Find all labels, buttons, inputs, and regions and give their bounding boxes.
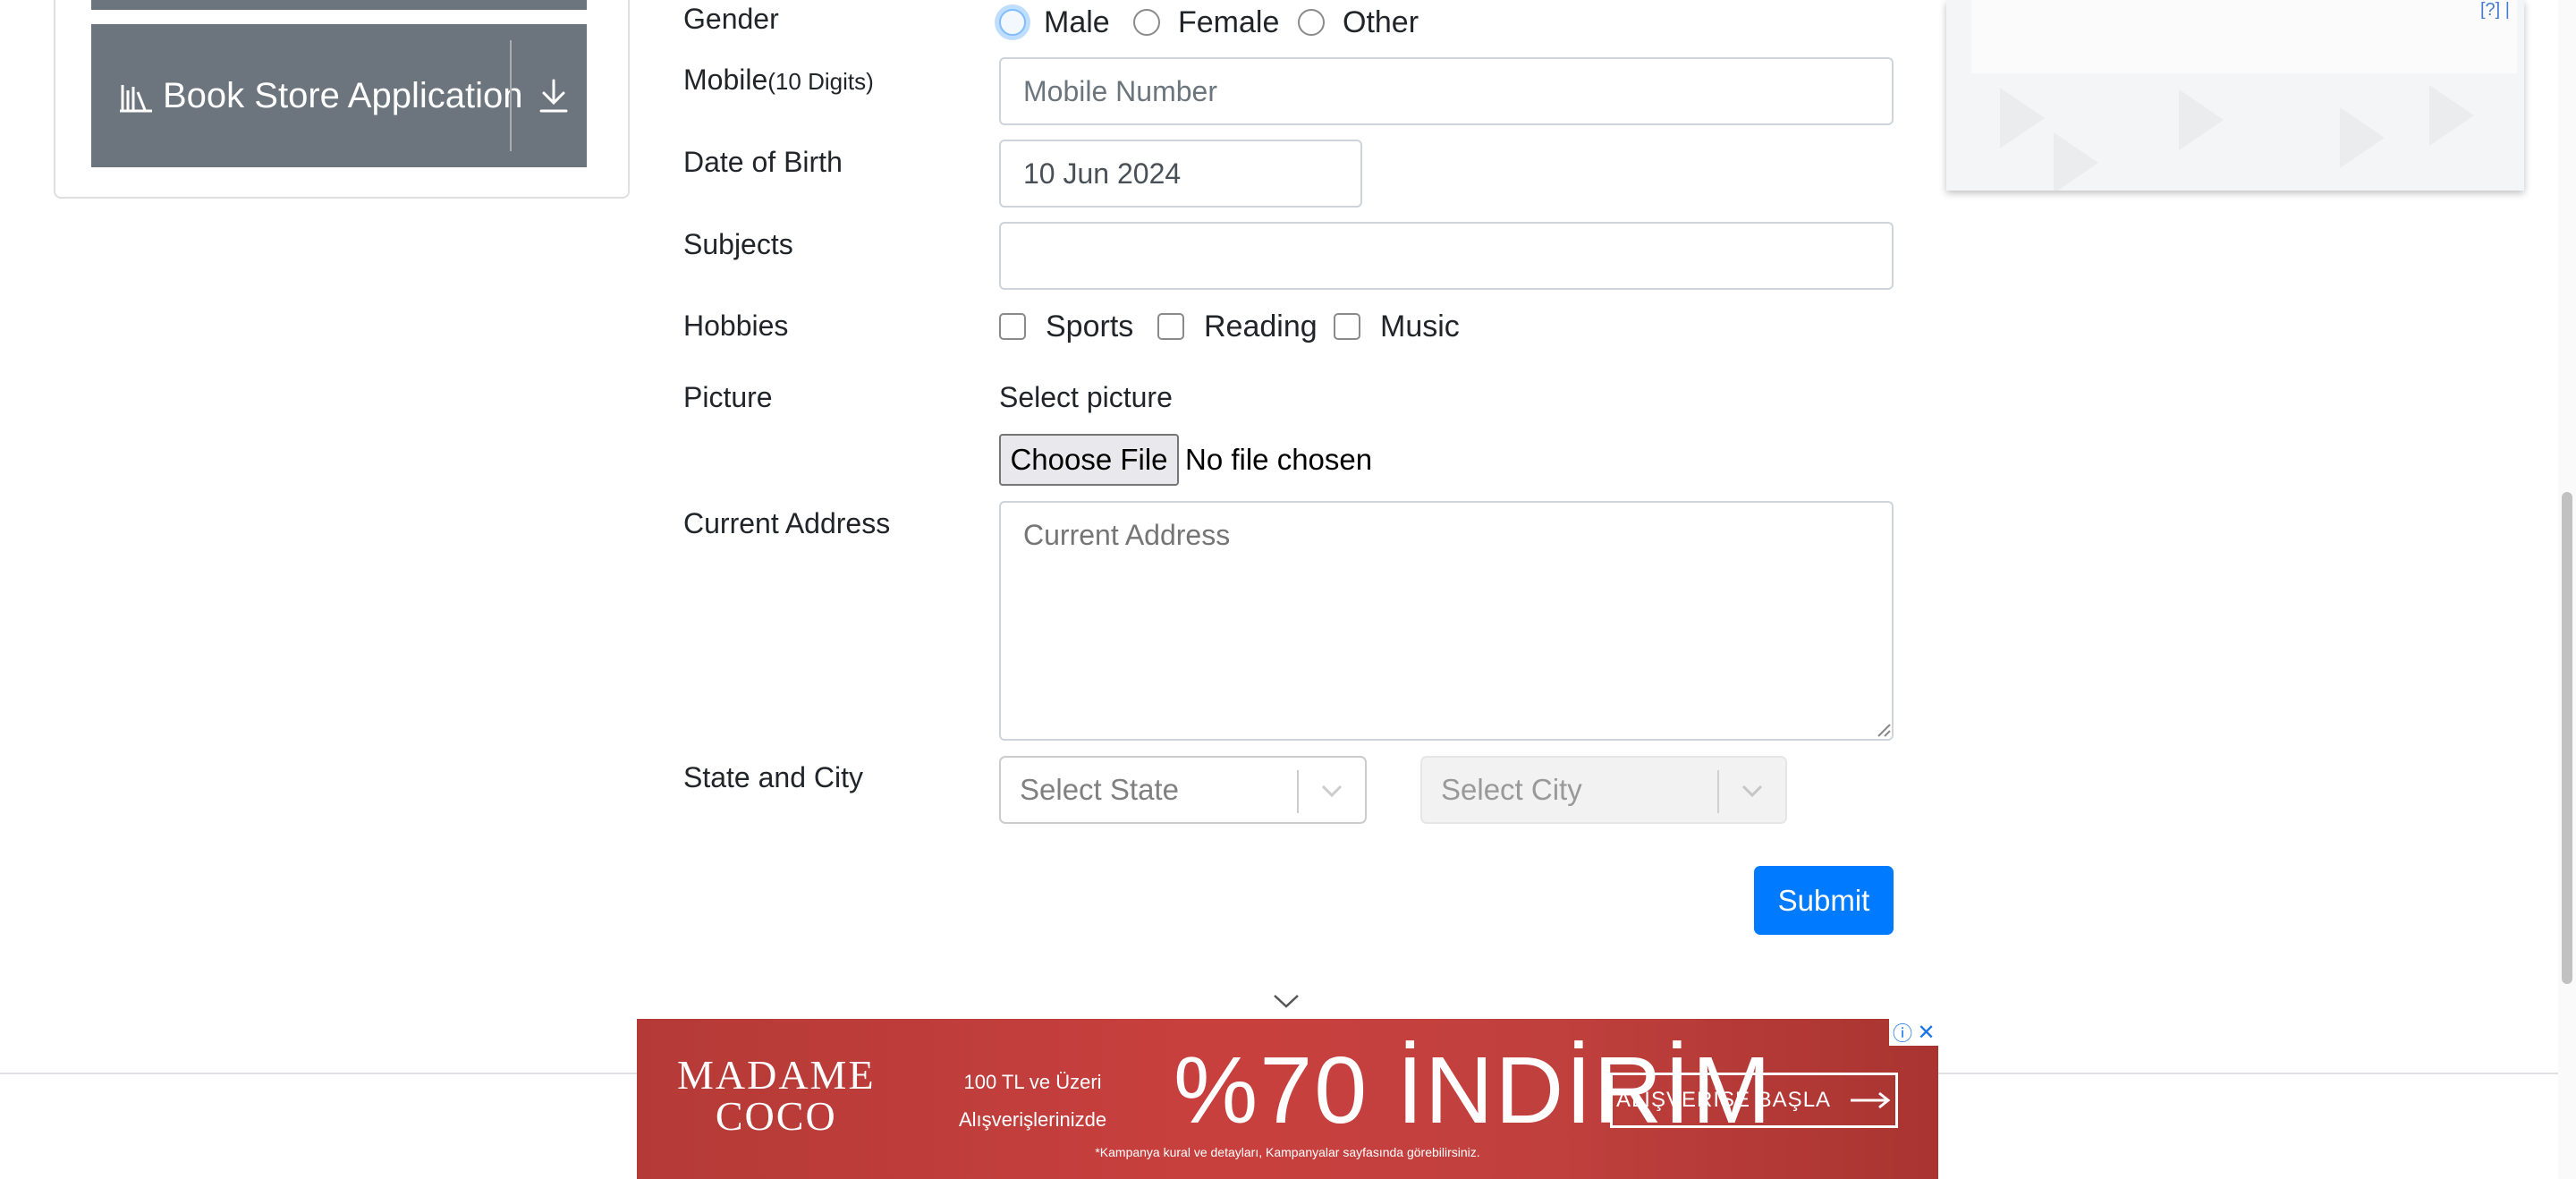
ad-pattern-shape xyxy=(2054,132,2098,191)
ad-pattern-shape xyxy=(2429,85,2474,146)
radio-male[interactable] xyxy=(999,9,1026,36)
ad-pattern-shape xyxy=(2179,89,2224,150)
hobbies-label: Hobbies xyxy=(683,310,789,342)
radio-other[interactable] xyxy=(1298,9,1325,36)
scrollbar-thumb[interactable] xyxy=(2562,492,2572,984)
ad-tagline-line2: Alışverişlerinizde xyxy=(959,1108,1107,1131)
book-store-application-button[interactable]: Book Store Application xyxy=(91,24,587,167)
ad-brand-logo: MADAME COCO xyxy=(677,1055,876,1137)
hobby-sports-label: Sports xyxy=(1046,309,1134,344)
date-of-birth-label: Date of Birth xyxy=(683,146,843,178)
radio-female[interactable] xyxy=(1133,9,1160,36)
hobby-sports-option[interactable]: Sports xyxy=(999,304,1133,349)
ad-brand-line1: MADAME xyxy=(677,1052,876,1098)
state-and-city-label: State and City xyxy=(683,761,863,793)
chevron-down-icon[interactable] xyxy=(1318,781,1345,801)
mobile-label: Mobile(10 Digits) xyxy=(683,63,874,97)
ad-tagline-line1: 100 TL ve Üzeri xyxy=(963,1071,1102,1093)
ad-close-icon[interactable]: ✕ xyxy=(1914,1019,1938,1046)
gender-male-label: Male xyxy=(1044,4,1110,39)
hobby-reading-option[interactable]: Reading xyxy=(1157,304,1318,349)
select-state-dropdown[interactable]: Select State xyxy=(999,756,1367,824)
resize-grip-icon[interactable] xyxy=(1875,721,1891,737)
gender-female-option[interactable]: Female xyxy=(1133,0,1279,45)
mobile-number-placeholder: Mobile Number xyxy=(1023,75,1217,107)
ad-cta-label: ALIŞVERİŞE BAŞLA xyxy=(1615,1088,1832,1112)
chevron-down-icon[interactable] xyxy=(1739,781,1766,801)
arrow-right-icon xyxy=(1851,1091,1891,1109)
gender-female-label: Female xyxy=(1178,4,1280,39)
adchoices-icon[interactable]: [?] | xyxy=(2480,0,2510,21)
bottom-ad-banner[interactable]: MADAME COCO 100 TL ve Üzeri Alışverişler… xyxy=(637,1019,1938,1179)
ad-cta-button[interactable]: ALIŞVERİŞE BAŞLA xyxy=(1610,1073,1898,1128)
download-icon[interactable] xyxy=(536,77,572,115)
select-city-dropdown[interactable]: Select City xyxy=(1420,756,1787,824)
sidebar-previous-button-edge[interactable] xyxy=(91,0,587,10)
mobile-number-input[interactable]: Mobile Number xyxy=(999,57,1894,125)
current-address-textarea[interactable] xyxy=(999,501,1894,741)
select-city-placeholder: Select City xyxy=(1441,773,1582,806)
subjects-label: Subjects xyxy=(683,228,793,260)
gender-other-label: Other xyxy=(1343,4,1419,39)
dropdown-separator xyxy=(1297,770,1299,813)
ad-fine-print: *Kampanya kural ve detayları, Kampanyala… xyxy=(1095,1145,1480,1159)
ad-brand-line2: COCO xyxy=(715,1093,837,1139)
checkbox-sports[interactable] xyxy=(999,313,1026,340)
checkbox-reading[interactable] xyxy=(1157,313,1184,340)
ad-pattern-shape xyxy=(2000,88,2045,148)
ad-info-icon[interactable]: ⓘ xyxy=(1889,1019,1916,1046)
picture-label: Picture xyxy=(683,381,773,413)
gender-other-option[interactable]: Other xyxy=(1298,0,1419,45)
right-ad-banner[interactable]: [?] | xyxy=(1946,0,2524,191)
hobby-reading-label: Reading xyxy=(1204,309,1318,344)
date-of-birth-value: 10 Jun 2024 xyxy=(1023,157,1182,190)
mobile-hint: (10 Digits) xyxy=(767,68,874,95)
mobile-label-text: Mobile xyxy=(683,64,768,96)
checkbox-music[interactable] xyxy=(1334,313,1360,340)
select-picture-caption: Select picture xyxy=(999,381,1173,413)
choose-file-button[interactable]: Choose File xyxy=(999,434,1179,486)
date-of-birth-input[interactable]: 10 Jun 2024 xyxy=(999,140,1362,208)
file-status-text: No file chosen xyxy=(1185,443,1373,476)
ad-tagline: 100 TL ve Üzeri Alışverişlerinizde xyxy=(959,1064,1106,1139)
right-ad-content xyxy=(1971,0,2517,73)
current-address-label: Current Address xyxy=(683,507,891,539)
ad-pattern-shape xyxy=(2340,107,2385,168)
chevron-down-icon[interactable] xyxy=(1272,991,1301,1011)
hobby-music-label: Music xyxy=(1380,309,1460,344)
subjects-input[interactable] xyxy=(999,222,1894,290)
gender-label: Gender xyxy=(683,3,779,35)
book-store-application-label: Book Store Application xyxy=(163,76,523,115)
button-divider xyxy=(510,40,512,151)
dropdown-separator xyxy=(1717,770,1719,813)
submit-button[interactable]: Submit xyxy=(1754,866,1894,935)
hobby-music-option[interactable]: Music xyxy=(1334,304,1460,349)
select-state-placeholder: Select State xyxy=(1020,773,1179,806)
gender-male-option[interactable]: Male xyxy=(999,0,1110,45)
books-icon xyxy=(120,85,152,113)
